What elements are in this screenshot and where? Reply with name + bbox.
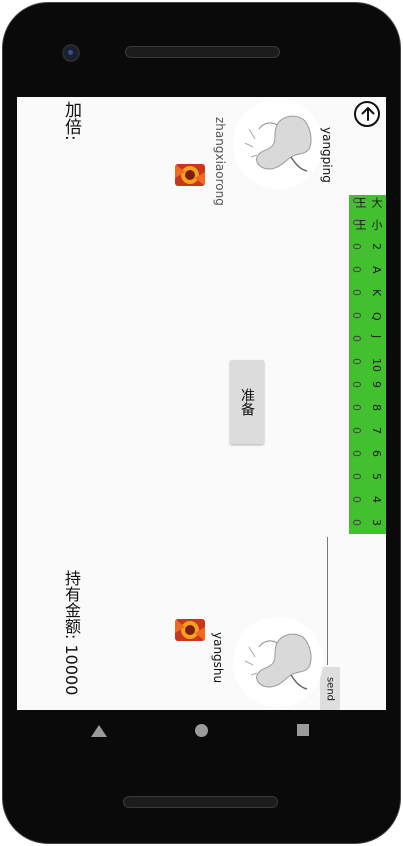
- card-count: 0: [350, 427, 363, 434]
- player-badge-icon: [175, 619, 205, 641]
- card-label: 10: [370, 358, 383, 372]
- front-camera: [62, 44, 80, 62]
- card-count: 0: [350, 197, 363, 204]
- card-count: 0: [350, 312, 363, 319]
- card-count: 0: [350, 266, 363, 273]
- game-screen: yangping zhangxiaorong 加倍: 大王小王 2 A K Q J 10 9 8…: [17, 97, 386, 710]
- ready-button-label: 准备: [239, 388, 255, 416]
- card-label: 7: [370, 427, 383, 434]
- ready-button[interactable]: 准备: [230, 360, 264, 444]
- card-label: 8: [370, 404, 383, 411]
- left-player-name: zhangxiaorong: [213, 117, 227, 206]
- card-count: 0: [350, 358, 363, 365]
- card-label: 2: [370, 243, 383, 250]
- bottom-player-badge: [175, 619, 205, 641]
- arrow-up-icon: [361, 107, 375, 121]
- card-label: J: [370, 335, 383, 339]
- card-count: 0: [350, 335, 363, 342]
- card-count: 0: [350, 381, 363, 388]
- card-label: 小王: [354, 219, 383, 230]
- top-speaker: [125, 46, 280, 58]
- card-label: 9: [370, 381, 383, 388]
- default-avatar-icon: [233, 99, 323, 189]
- up-arrow-button[interactable]: [354, 101, 380, 127]
- card-count: 0: [350, 450, 363, 457]
- card-count: 0: [350, 243, 363, 250]
- card-count: 0: [350, 219, 363, 226]
- home-circle-icon[interactable]: [195, 724, 208, 737]
- card-label: 3: [370, 519, 383, 526]
- top-player-name: yangping: [320, 127, 334, 183]
- send-button-label: send: [324, 676, 336, 701]
- default-avatar-icon: [233, 617, 323, 707]
- card-label: 4: [370, 496, 383, 503]
- double-label: 加倍:: [61, 101, 81, 141]
- card-label: 大王: [354, 197, 383, 208]
- card-count: 0: [350, 496, 363, 503]
- card-count: 0: [350, 289, 363, 296]
- avatar-top-player[interactable]: [233, 99, 323, 189]
- bottom-player-name: yangshu: [211, 632, 225, 684]
- card-label: A: [370, 266, 383, 274]
- card-label: K: [370, 289, 383, 297]
- left-player-badge: [175, 164, 205, 186]
- card-label: 6: [370, 450, 383, 457]
- card-count: 0: [350, 519, 363, 526]
- message-input[interactable]: [327, 537, 328, 665]
- card-label: 5: [370, 473, 383, 480]
- android-nav-bar: [17, 710, 386, 754]
- send-button[interactable]: send: [320, 667, 340, 710]
- bottom-speaker: [123, 796, 278, 808]
- player-badge-icon: [175, 164, 205, 186]
- card-count: 0: [350, 473, 363, 480]
- card-count-table: 大王小王 2 A K Q J 10 9 8 7 6 5 4 3 0 0 0 0 0 0 0 0 0 0 0 0 0 0 0: [332, 197, 386, 532]
- back-triangle-icon[interactable]: [91, 725, 107, 737]
- balance-text: 持有金额: 10000: [62, 570, 81, 696]
- phone-frame: yangping zhangxiaorong 加倍: 大王小王 2 A K Q J 10 9 8…: [0, 0, 403, 846]
- card-count: 0: [350, 404, 363, 411]
- card-label: Q: [370, 312, 383, 321]
- avatar-bottom-player[interactable]: [233, 617, 323, 707]
- recents-square-icon[interactable]: [297, 724, 309, 736]
